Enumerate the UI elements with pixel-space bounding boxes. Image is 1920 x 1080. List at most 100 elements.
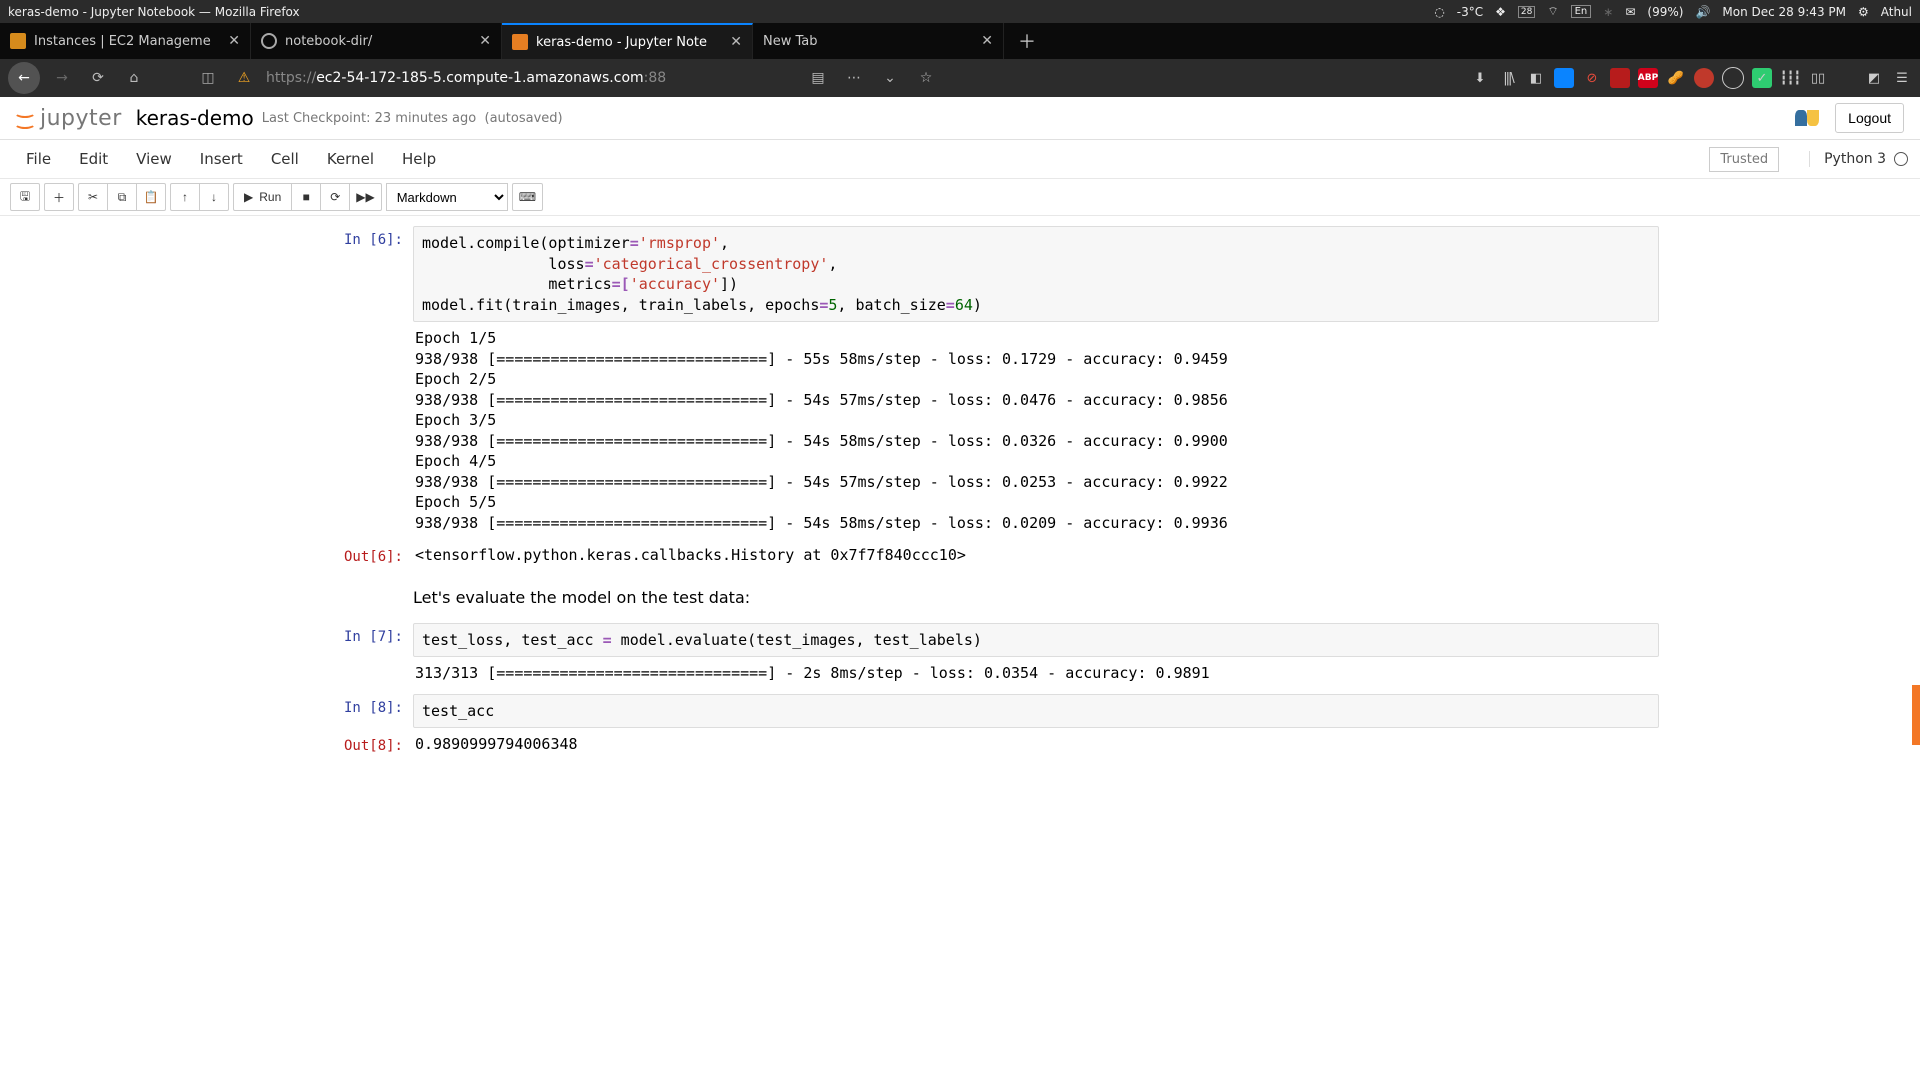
tab-ec2[interactable]: Instances | EC2 Manageme ✕ <box>0 23 251 59</box>
cut-button[interactable]: ✂ <box>78 183 108 211</box>
out-prompt: Out[6]: <box>313 543 413 572</box>
code-cell-8[interactable]: In [8]: test_acc <box>313 694 1679 729</box>
weather-indicator[interactable]: -3°C <box>1457 5 1483 19</box>
browser-tabstrip: Instances | EC2 Manageme ✕ notebook-dir/… <box>0 23 1920 59</box>
command-palette-button[interactable]: ⌨ <box>512 183 543 211</box>
bookmark-star-icon[interactable]: ☆ <box>912 64 940 92</box>
restart-button[interactable]: ⟳ <box>320 183 350 211</box>
out-cell-6: Out[6]: <tensorflow.python.keras.callbac… <box>313 543 1679 572</box>
volume-icon[interactable]: 🔊 <box>1695 5 1710 19</box>
menu-cell[interactable]: Cell <box>257 150 313 168</box>
pocket-icon[interactable]: ⌄ <box>876 64 904 92</box>
tab-label: New Tab <box>763 34 973 49</box>
reload-button[interactable]: ⟳ <box>84 64 112 92</box>
kernel-indicator[interactable]: Python 3 <box>1809 151 1908 167</box>
trusted-indicator[interactable]: Trusted <box>1709 147 1779 172</box>
close-icon[interactable]: ✕ <box>722 34 742 50</box>
ext-book-icon[interactable]: ▯▯ <box>1808 68 1828 88</box>
interrupt-button[interactable]: ■ <box>291 183 321 211</box>
ext-tomato-icon[interactable] <box>1694 68 1714 88</box>
stdout-output: 313/313 [==============================]… <box>413 657 1659 690</box>
floppy-icon: 🖫 <box>20 187 30 208</box>
menu-insert[interactable]: Insert <box>186 150 257 168</box>
battery-indicator[interactable]: (99%) <box>1647 5 1683 19</box>
ext-peanut-icon[interactable]: 🥜 <box>1666 68 1686 88</box>
paste-button[interactable]: 📋 <box>136 183 166 211</box>
shield-icon[interactable]: ◫ <box>194 64 222 92</box>
code-input[interactable]: test_acc <box>413 694 1659 729</box>
code-input[interactable]: model.compile(optimizer='rmsprop', loss=… <box>413 226 1659 322</box>
tab-keras-demo[interactable]: keras-demo - Jupyter Note ✕ <box>502 23 753 59</box>
move-down-button[interactable]: ↓ <box>199 183 229 211</box>
in-prompt: In [6]: <box>313 226 413 539</box>
favicon-jupyter <box>261 33 277 49</box>
jupyter-logo[interactable]: jupyter <box>12 106 122 131</box>
menu-view[interactable]: View <box>122 150 186 168</box>
out-cell-8: Out[8]: 0.9890999794006348 <box>313 732 1679 761</box>
page-actions-icon[interactable]: ⋯ <box>840 64 868 92</box>
tab-new[interactable]: New Tab ✕ <box>753 23 1004 59</box>
mail-icon[interactable]: ✉ <box>1625 5 1635 19</box>
ext-noscript-icon[interactable]: ⊘ <box>1582 68 1602 88</box>
code-cell-7[interactable]: In [7]: test_loss, test_acc = model.eval… <box>313 623 1679 690</box>
move-up-button[interactable]: ↑ <box>170 183 200 211</box>
run-button[interactable]: ▶Run <box>233 183 292 211</box>
close-icon[interactable]: ✕ <box>220 33 240 49</box>
browser-navbar: ← → ⟳ ⌂ ◫ ⚠ https://ec2-54-172-185-5.com… <box>0 59 1920 97</box>
lang-indicator[interactable]: En <box>1571 5 1592 18</box>
ext-abp-icon[interactable]: ABP <box>1638 68 1658 88</box>
copy-button[interactable]: ⧉ <box>107 183 137 211</box>
extensions-icon[interactable]: ◩ <box>1864 68 1884 88</box>
library-icon[interactable]: |||\ <box>1498 68 1518 88</box>
checkpoint-text: Last Checkpoint: 23 minutes ago (autosav… <box>262 111 563 126</box>
in-prompt: In [7]: <box>313 623 413 690</box>
bulb-icon[interactable]: ◌ <box>1434 5 1444 19</box>
close-icon[interactable]: ✕ <box>471 33 491 49</box>
url-scheme: https:// <box>266 70 316 86</box>
wifi-icon[interactable]: ⌔ <box>1547 4 1558 19</box>
ext-ublock-icon[interactable] <box>1610 68 1630 88</box>
user-name[interactable]: Athul <box>1881 5 1912 19</box>
insert-cell-button[interactable]: ＋ <box>44 183 74 211</box>
tab-notebook-dir[interactable]: notebook-dir/ ✕ <box>251 23 502 59</box>
url-bar[interactable]: https://ec2-54-172-185-5.compute-1.amazo… <box>266 70 796 86</box>
calendar-indicator[interactable]: 28 <box>1518 6 1535 18</box>
settings-icon[interactable]: ⚙ <box>1858 5 1869 19</box>
sidebar-icon[interactable]: ◧ <box>1526 68 1546 88</box>
ext-smile-icon[interactable] <box>1722 67 1744 89</box>
out-prompt: Out[8]: <box>313 732 413 761</box>
downloads-icon[interactable]: ⬇ <box>1470 68 1490 88</box>
ext-check-icon[interactable]: ✓ <box>1752 68 1772 88</box>
code-input[interactable]: test_loss, test_acc = model.evaluate(tes… <box>413 623 1659 658</box>
kernel-status-icon <box>1894 152 1908 166</box>
arrow-down-icon: ↓ <box>211 190 217 204</box>
markdown-cell[interactable]: Let's evaluate the model on the test dat… <box>313 576 1679 619</box>
ext-zoom-icon[interactable] <box>1554 68 1574 88</box>
bluetooth-icon[interactable]: ∗ <box>1603 5 1613 19</box>
notebook-area[interactable]: In [6]: model.compile(optimizer='rmsprop… <box>0 216 1920 785</box>
close-icon[interactable]: ✕ <box>973 33 993 49</box>
clock[interactable]: Mon Dec 28 9:43 PM <box>1722 5 1846 19</box>
ext-grid1-icon[interactable]: ┇┇┇ <box>1780 68 1800 88</box>
reader-mode-icon[interactable]: ▤ <box>804 64 832 92</box>
lock-warning-icon[interactable]: ⚠ <box>230 64 258 92</box>
favicon-ec2 <box>10 33 26 49</box>
back-button[interactable]: ← <box>8 62 40 94</box>
home-button[interactable]: ⌂ <box>120 64 148 92</box>
code-cell-6[interactable]: In [6]: model.compile(optimizer='rmsprop… <box>313 226 1679 539</box>
logout-button[interactable]: Logout <box>1835 103 1904 133</box>
menu-edit[interactable]: Edit <box>65 150 122 168</box>
menu-file[interactable]: File <box>12 150 65 168</box>
save-button[interactable]: 🖫 <box>10 183 40 211</box>
dropbox-icon[interactable]: ❖ <box>1495 5 1506 19</box>
play-icon: ▶ <box>244 190 253 204</box>
copy-icon: ⧉ <box>118 190 127 205</box>
notebook-name[interactable]: keras-demo <box>136 106 254 130</box>
cell-type-select[interactable]: Markdown <box>386 183 508 211</box>
menu-help[interactable]: Help <box>388 150 450 168</box>
app-menu-icon[interactable]: ☰ <box>1892 68 1912 88</box>
menu-kernel[interactable]: Kernel <box>313 150 388 168</box>
new-tab-button[interactable]: ＋ <box>1004 23 1050 59</box>
forward-button[interactable]: → <box>48 64 76 92</box>
restart-run-all-button[interactable]: ▶▶ <box>349 183 381 211</box>
